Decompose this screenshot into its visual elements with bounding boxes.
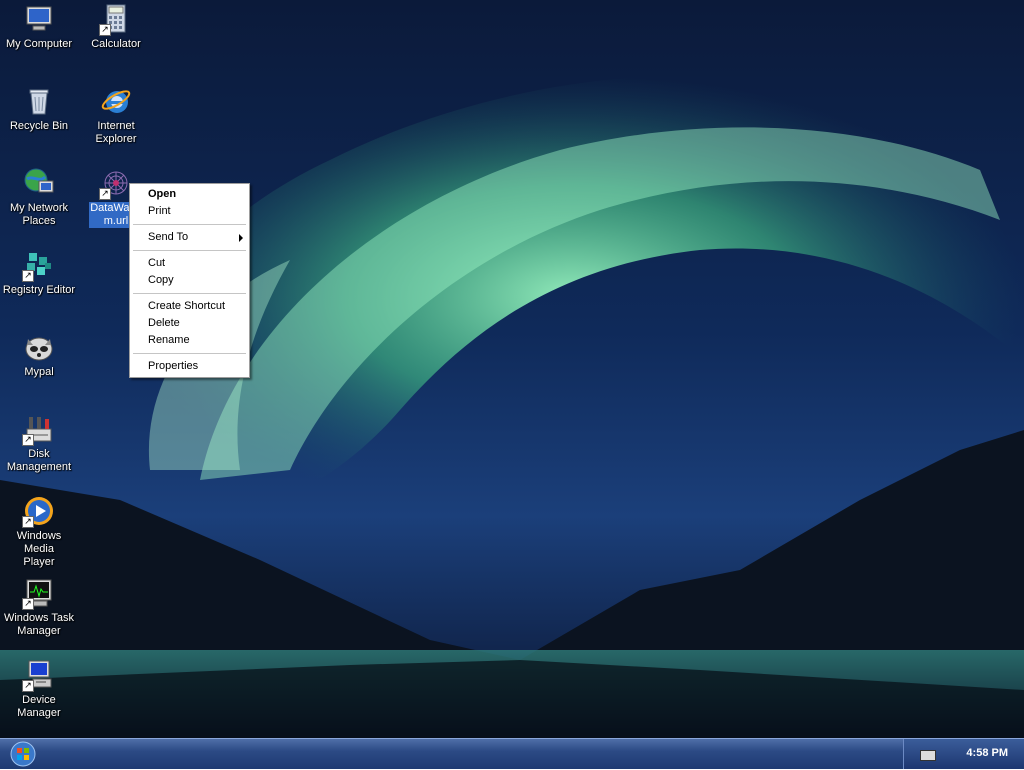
taskbar: 4:58 PM <box>0 738 1024 769</box>
menu-item-open[interactable]: Open <box>130 186 249 203</box>
my-computer-icon <box>23 3 55 35</box>
registry-editor-icon: ↗ <box>22 249 55 282</box>
icon-label: Device Manager <box>17 694 61 719</box>
desktop-icon-device-manager[interactable]: ↗ Device Manager <box>0 659 78 720</box>
shortcut-arrow-icon: ↗ <box>99 188 111 200</box>
shortcut-arrow-icon: ↗ <box>22 270 34 282</box>
desktop[interactable]: My Computer Recycle Bin My Network Place… <box>0 0 1024 738</box>
network-places-icon <box>23 167 55 199</box>
shortcut-arrow-icon: ↗ <box>22 598 34 610</box>
shortcut-arrow-icon: ↗ <box>99 24 111 36</box>
desktop-icon-disk-management[interactable]: ↗ Disk Management <box>0 413 78 474</box>
submenu-arrow-icon <box>239 234 243 242</box>
desktop-icon-task-manager[interactable]: ↗ Windows Task Manager <box>0 577 78 638</box>
menu-item-label: Send To <box>148 231 189 243</box>
context-menu: Open Print Send To Cut Copy Create Short… <box>129 183 250 378</box>
menu-separator <box>133 250 246 251</box>
desktop-icon-internet-explorer[interactable]: Internet Explorer <box>77 85 155 146</box>
desktop-icon-network-places[interactable]: My Network Places <box>0 167 78 228</box>
media-player-icon: ↗ <box>22 495 55 528</box>
desktop-icon-recycle-bin[interactable]: Recycle Bin <box>0 85 78 133</box>
desktop-icon-calculator[interactable]: ↗ Calculator <box>77 3 155 51</box>
icon-label: Disk Management <box>6 448 72 473</box>
calculator-icon: ↗ <box>99 3 132 36</box>
menu-item-create-shortcut[interactable]: Create Shortcut <box>130 298 249 315</box>
shortcut-arrow-icon: ↗ <box>22 434 34 446</box>
icon-label: My Computer <box>5 38 73 50</box>
windows-orb-icon <box>10 741 36 767</box>
menu-item-print[interactable]: Print <box>130 203 249 220</box>
keyboard-icon[interactable] <box>920 750 936 761</box>
menu-item-rename[interactable]: Rename <box>130 332 249 349</box>
mypal-browser-icon <box>23 331 55 363</box>
device-manager-icon: ↗ <box>22 659 55 692</box>
disk-management-icon: ↗ <box>22 413 55 446</box>
menu-item-delete[interactable]: Delete <box>130 315 249 332</box>
icon-label: Windows Task Manager <box>3 612 75 637</box>
icon-label: Mypal <box>24 366 54 378</box>
menu-item-copy[interactable]: Copy <box>130 272 249 289</box>
icon-label: Windows Media Player <box>16 530 62 568</box>
menu-separator <box>133 293 246 294</box>
clock[interactable]: 4:58 PM <box>966 747 1008 759</box>
system-tray: 4:58 PM <box>903 739 1024 769</box>
start-button[interactable] <box>8 741 38 767</box>
shortcut-arrow-icon: ↗ <box>22 516 34 528</box>
desktop-icon-my-computer[interactable]: My Computer <box>0 3 78 51</box>
icon-label: Internet Explorer <box>95 120 137 145</box>
desktop-icon-mypal[interactable]: Mypal <box>0 331 78 379</box>
icon-label: Calculator <box>91 38 141 50</box>
icon-label: My Network Places <box>9 202 69 227</box>
menu-item-cut[interactable]: Cut <box>130 255 249 272</box>
desktop-icon-media-player[interactable]: ↗ Windows Media Player <box>0 495 78 569</box>
menu-item-send-to[interactable]: Send To <box>130 229 249 246</box>
url-shortcut-icon: ↗ <box>99 167 132 200</box>
icon-label: Registry Editor <box>2 284 76 296</box>
icon-label: Recycle Bin <box>9 120 69 132</box>
shortcut-arrow-icon: ↗ <box>22 680 34 692</box>
menu-separator <box>133 353 246 354</box>
task-manager-icon: ↗ <box>22 577 55 610</box>
recycle-bin-icon <box>23 85 55 117</box>
menu-separator <box>133 224 246 225</box>
menu-item-properties[interactable]: Properties <box>130 358 249 375</box>
desktop-icon-registry-editor[interactable]: ↗ Registry Editor <box>0 249 78 297</box>
internet-explorer-icon <box>100 85 132 117</box>
